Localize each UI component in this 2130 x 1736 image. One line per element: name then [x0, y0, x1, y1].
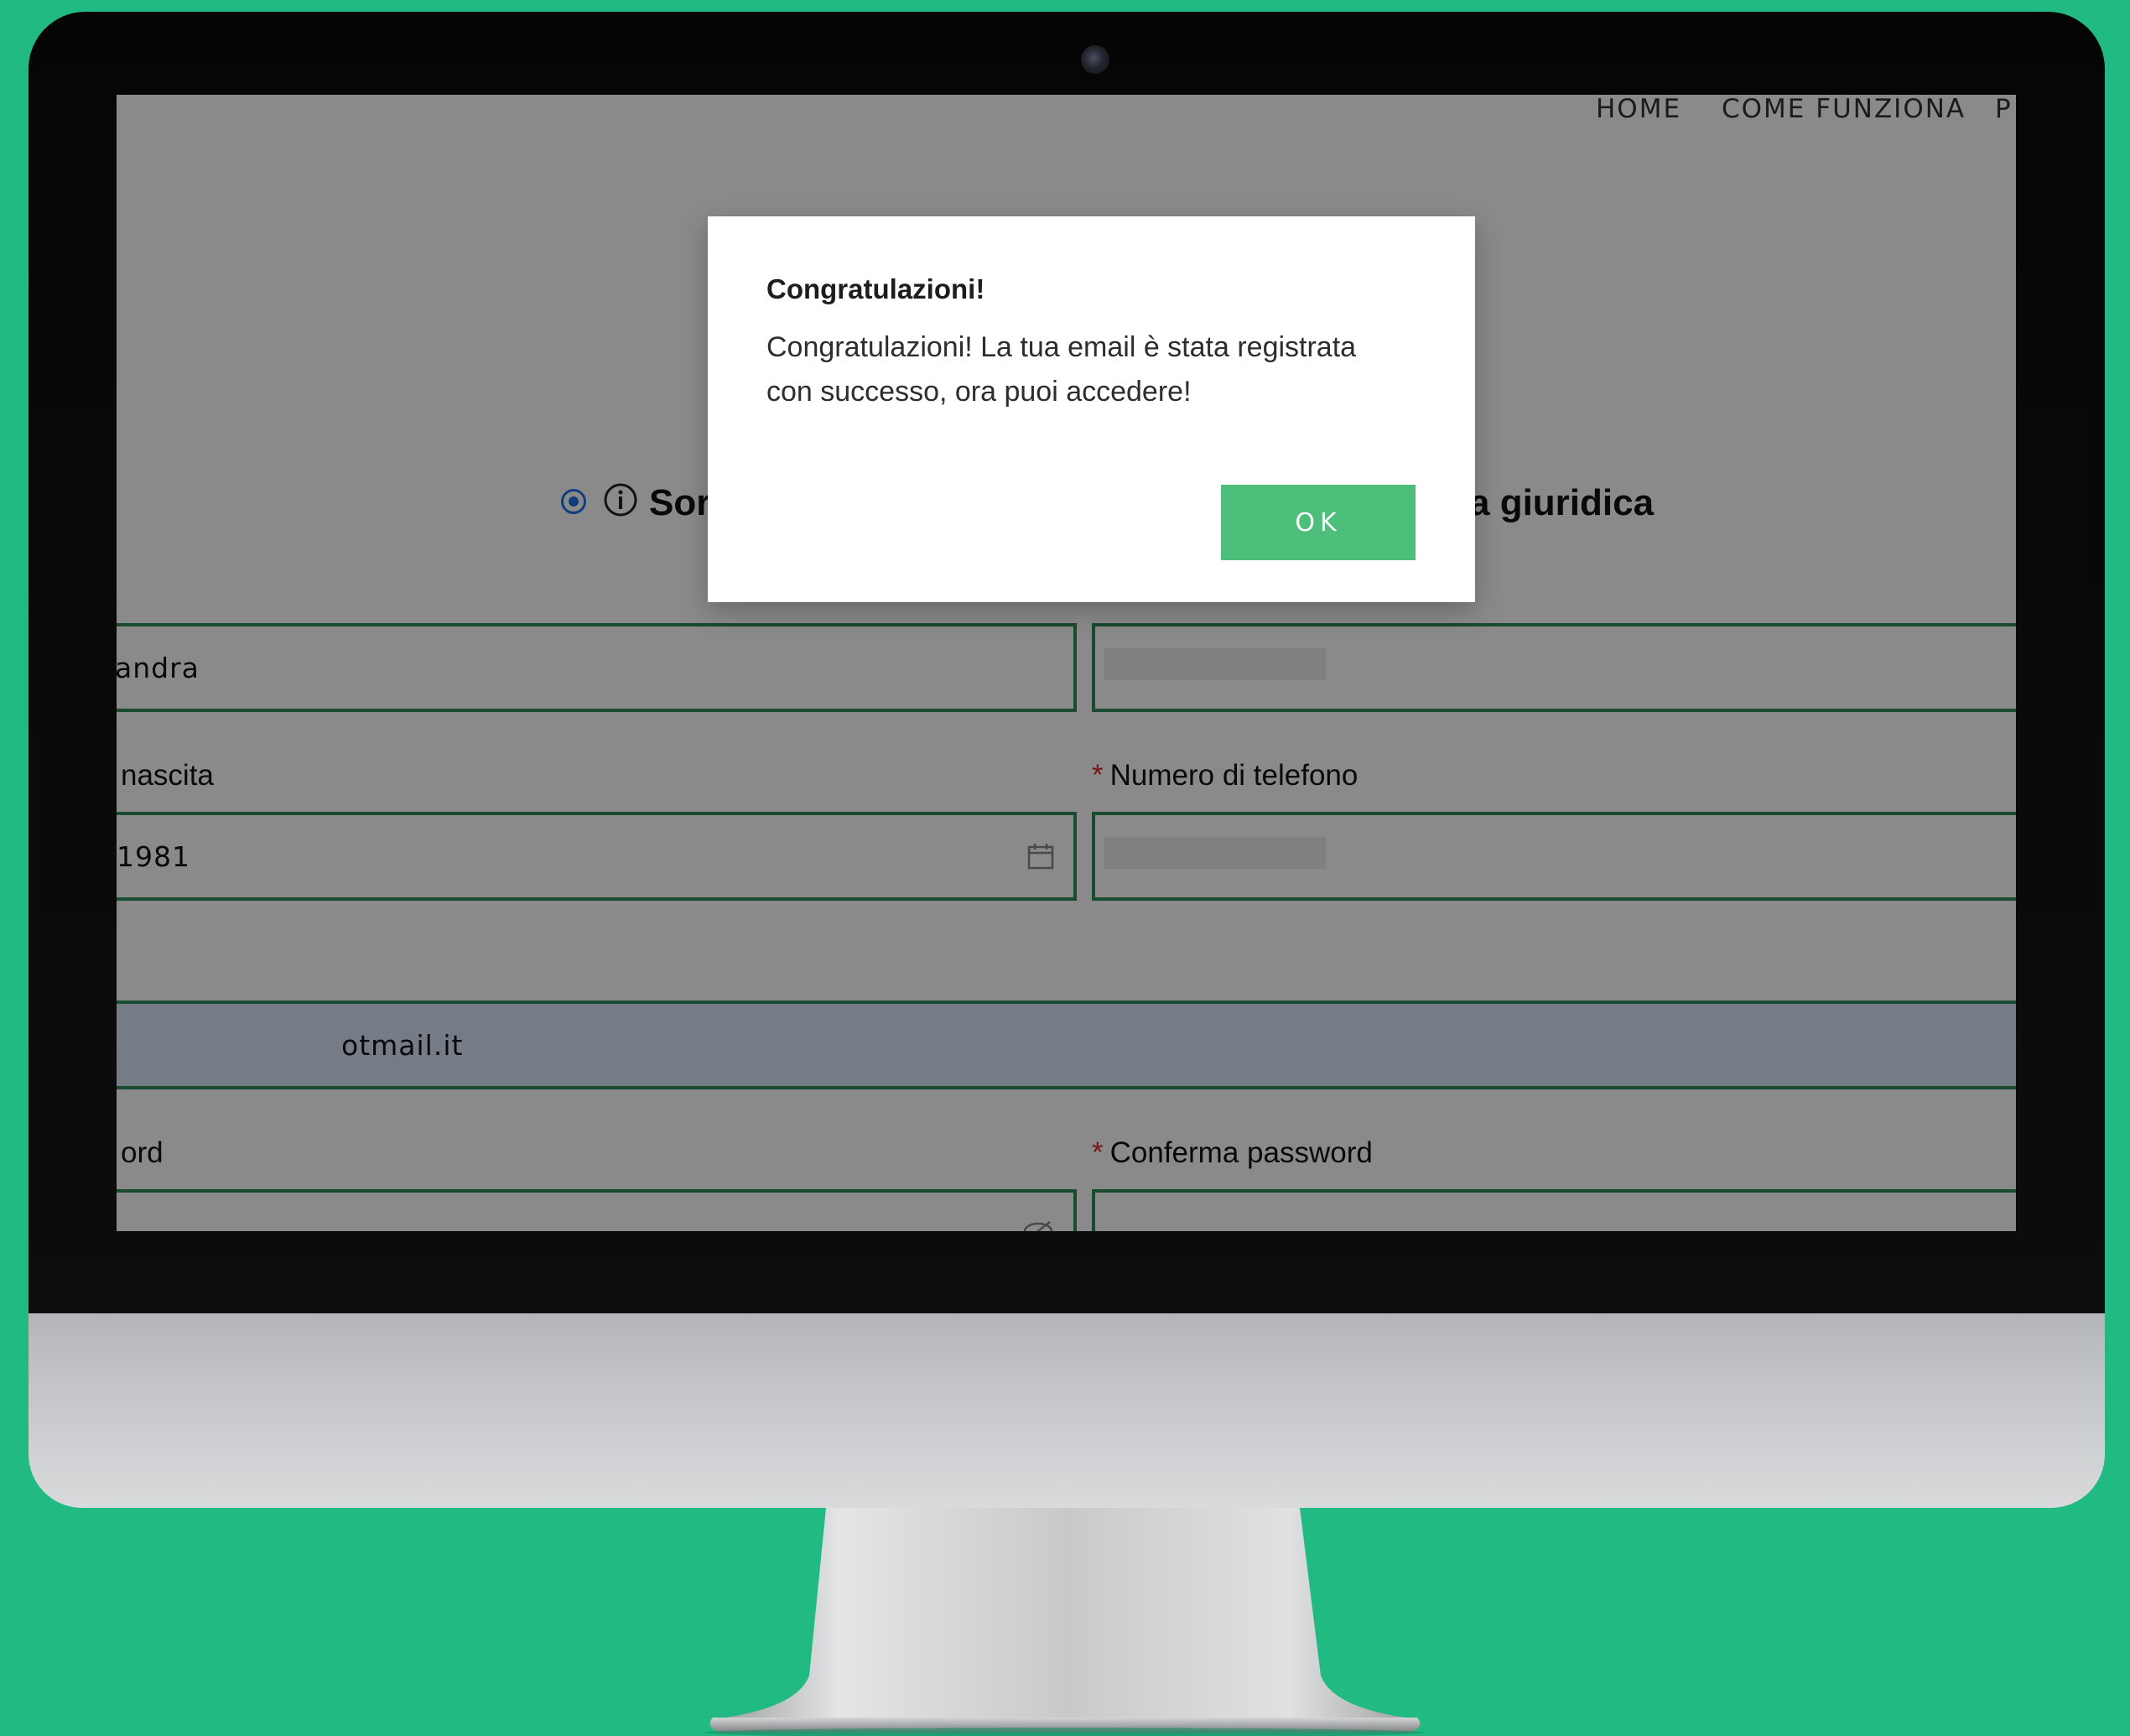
screen: HOME COME FUNZIONA P Sor a giuridica and… — [117, 95, 2016, 1231]
ok-button[interactable]: OK — [1221, 485, 1416, 560]
monitor-stand — [704, 1508, 1426, 1736]
webcam-icon — [1081, 45, 1109, 74]
success-dialog: Congratulazioni! Congratulazioni! La tua… — [708, 216, 1475, 602]
dialog-title: Congratulazioni! — [766, 273, 985, 304]
monitor-chin — [29, 1313, 2105, 1508]
dialog-message: Congratulazioni! La tua email è stata re… — [766, 331, 1357, 408]
